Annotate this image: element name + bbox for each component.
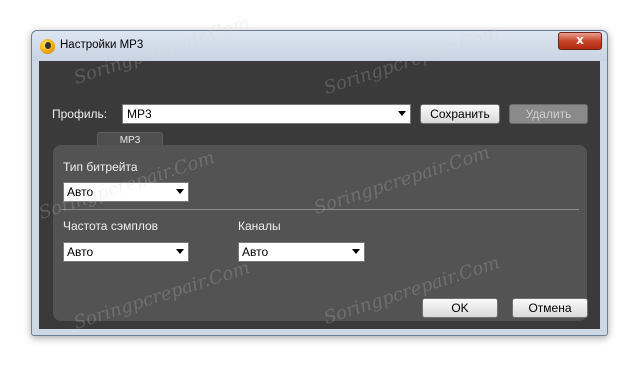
save-button[interactable]: Сохранить [420, 104, 500, 124]
settings-window: Настройки MP3 x Профиль: MP3 Сохранить У… [31, 30, 608, 336]
close-button[interactable]: x [558, 32, 602, 50]
sample-rate-select[interactable]: Авто [63, 242, 189, 262]
channels-value: Авто [242, 245, 269, 259]
profile-label: Профиль: [52, 107, 108, 121]
app-icon [40, 39, 55, 54]
profile-select[interactable]: MP3 [122, 104, 411, 124]
divider [61, 209, 579, 210]
settings-panel: Тип битрейта Авто Частота сэмплов Авто К… [53, 145, 587, 321]
cancel-button[interactable]: Отмена [512, 298, 588, 318]
dialog-body: Профиль: MP3 Сохранить Удалить MP3 Тип б… [39, 61, 600, 329]
bitrate-select[interactable]: Авто [63, 182, 189, 202]
window-title: Настройки MP3 [60, 39, 144, 51]
chevron-down-icon [176, 189, 184, 194]
sample-rate-label: Частота сэмплов [63, 219, 159, 233]
delete-button[interactable]: Удалить [509, 104, 588, 124]
chevron-down-icon [398, 111, 406, 116]
title-bar[interactable]: Настройки MP3 x [32, 31, 607, 61]
chevron-down-icon [352, 249, 360, 254]
bitrate-label: Тип битрейта [63, 160, 138, 174]
bitrate-value: Авто [67, 185, 94, 199]
channels-select[interactable]: Авто [238, 242, 365, 262]
sample-rate-value: Авто [67, 245, 94, 259]
chevron-down-icon [176, 249, 184, 254]
channels-label: Каналы [238, 219, 281, 233]
profile-value: MP3 [127, 107, 152, 121]
ok-button[interactable]: OK [422, 298, 498, 318]
